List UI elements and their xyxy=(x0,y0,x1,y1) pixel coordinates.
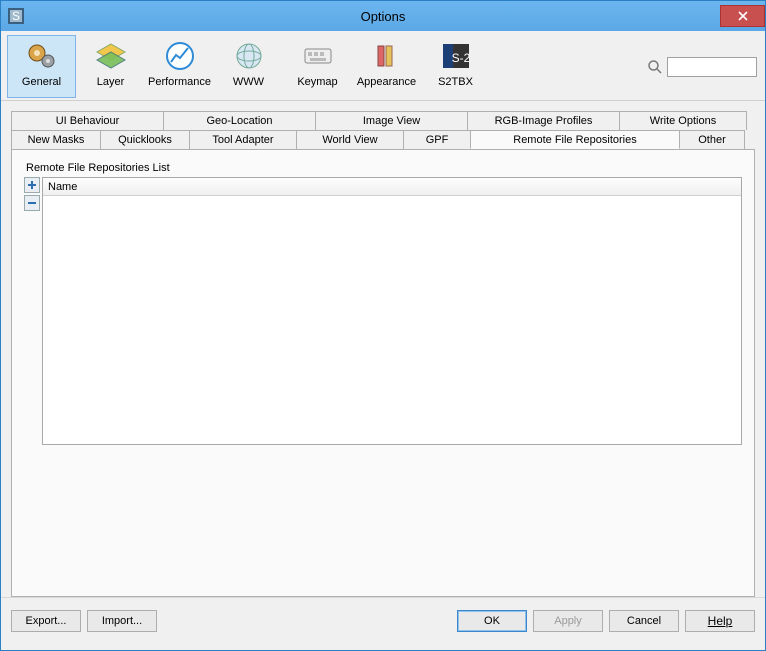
tab-image-view[interactable]: Image View xyxy=(315,111,468,130)
tab-ui-behaviour[interactable]: UI Behaviour xyxy=(11,111,164,130)
category-appearance[interactable]: Appearance xyxy=(352,35,421,98)
footer: Export... Import... OK Apply Cancel Help xyxy=(1,597,765,643)
category-keymap[interactable]: Keymap xyxy=(283,35,352,98)
tab-rgb-profiles[interactable]: RGB-Image Profiles xyxy=(467,111,620,130)
tab-new-masks[interactable]: New Masks xyxy=(11,130,101,149)
footer-right: OK Apply Cancel Help xyxy=(457,610,755,632)
layers-icon xyxy=(95,40,127,72)
globe-icon xyxy=(233,40,265,72)
tab-geo-location[interactable]: Geo-Location xyxy=(163,111,316,130)
tab-row-1: UI Behaviour Geo-Location Image View RGB… xyxy=(11,111,755,130)
remove-button[interactable] xyxy=(24,195,40,211)
tab-quicklooks[interactable]: Quicklooks xyxy=(100,130,190,149)
category-label: Keymap xyxy=(297,76,337,88)
tab-gpf[interactable]: GPF xyxy=(403,130,471,149)
window-title: Options xyxy=(1,9,765,24)
import-button[interactable]: Import... xyxy=(87,610,157,632)
footer-left: Export... Import... xyxy=(11,610,157,632)
keyboard-icon xyxy=(302,40,334,72)
titlebar[interactable]: S Options xyxy=(1,1,765,31)
category-label: S2TBX xyxy=(438,76,473,88)
s2-icon: S-2 xyxy=(440,40,472,72)
tab-panel: Remote File Repositories List Name xyxy=(11,149,755,597)
category-label: Appearance xyxy=(357,76,416,88)
app-icon: S xyxy=(7,7,25,25)
category-layer[interactable]: Layer xyxy=(76,35,145,98)
gears-icon xyxy=(26,40,58,72)
options-window: S Options General Layer xyxy=(0,0,766,651)
close-button[interactable] xyxy=(720,5,765,27)
category-toolbar: General Layer Performance WWW xyxy=(1,31,765,101)
window-body: General Layer Performance WWW xyxy=(1,31,765,650)
ok-button[interactable]: OK xyxy=(457,610,527,632)
svg-text:S: S xyxy=(12,9,20,23)
tab-world-view[interactable]: World View xyxy=(296,130,404,149)
column-header-name[interactable]: Name xyxy=(43,178,741,196)
category-label: WWW xyxy=(233,76,264,88)
plus-icon xyxy=(27,180,37,190)
tab-other[interactable]: Other xyxy=(679,130,745,149)
category-general[interactable]: General xyxy=(7,35,76,98)
search-area xyxy=(647,35,759,98)
tab-write-options[interactable]: Write Options xyxy=(619,111,747,130)
category-label: Performance xyxy=(148,76,211,88)
category-www[interactable]: WWW xyxy=(214,35,283,98)
category-performance[interactable]: Performance xyxy=(145,35,214,98)
add-button[interactable] xyxy=(24,177,40,193)
tab-tool-adapter[interactable]: Tool Adapter xyxy=(189,130,297,149)
category-label: Layer xyxy=(97,76,125,88)
gauge-icon xyxy=(164,40,196,72)
close-icon xyxy=(738,11,748,21)
tab-row-2: New Masks Quicklooks Tool Adapter World … xyxy=(11,130,755,149)
apply-button[interactable]: Apply xyxy=(533,610,603,632)
category-s2tbx[interactable]: S-2 S2TBX xyxy=(421,35,490,98)
palette-icon xyxy=(371,40,403,72)
list-side-buttons xyxy=(24,177,40,213)
tabs-area: UI Behaviour Geo-Location Image View RGB… xyxy=(1,101,765,597)
panel-title: Remote File Repositories List xyxy=(26,162,742,174)
category-label: General xyxy=(22,76,61,88)
export-button[interactable]: Export... xyxy=(11,610,81,632)
tab-remote-file-repositories[interactable]: Remote File Repositories xyxy=(470,130,680,149)
svg-text:S-2: S-2 xyxy=(451,51,470,65)
minus-icon xyxy=(27,198,37,208)
help-button[interactable]: Help xyxy=(685,610,755,632)
cancel-button[interactable]: Cancel xyxy=(609,610,679,632)
search-input[interactable] xyxy=(667,57,757,77)
help-label: Help xyxy=(708,614,733,628)
list-wrap: Name xyxy=(24,177,742,445)
search-icon xyxy=(647,59,663,75)
repositories-list[interactable]: Name xyxy=(42,177,742,445)
